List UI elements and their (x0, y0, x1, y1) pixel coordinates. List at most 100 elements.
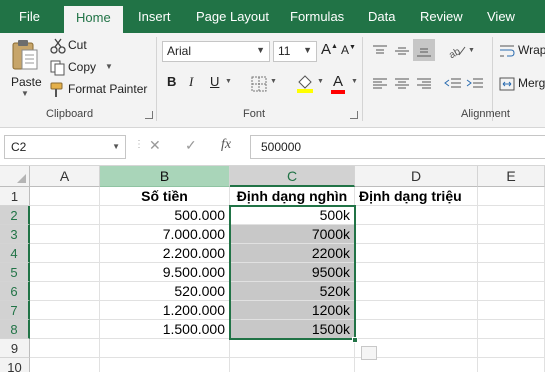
cell-c4[interactable]: 2200k (230, 244, 355, 263)
tab-view[interactable]: View (487, 9, 515, 24)
paste-button[interactable]: Paste ▼ (6, 37, 44, 105)
paste-dropdown-icon[interactable]: ▼ (21, 89, 29, 98)
cell-b10[interactable] (100, 358, 230, 372)
cell-d7[interactable] (355, 301, 478, 320)
align-bottom-button[interactable] (413, 39, 435, 61)
underline-dropdown-icon[interactable]: ▼ (225, 78, 232, 85)
cell-d4[interactable] (355, 244, 478, 263)
increase-indent-icon[interactable] (466, 77, 484, 91)
row-header-10[interactable]: 10 (0, 358, 30, 372)
cell-c5[interactable]: 9500k (230, 263, 355, 282)
cell-a4[interactable] (30, 244, 100, 263)
cell-d10[interactable] (355, 358, 478, 372)
font-color-button[interactable]: A (333, 73, 343, 90)
row-header-6[interactable]: 6 (0, 282, 30, 301)
cell-b5[interactable]: 9.500.000 (100, 263, 230, 282)
row-header-7[interactable]: 7 (0, 301, 30, 320)
cell-e5[interactable] (478, 263, 545, 282)
cell-a5[interactable] (30, 263, 100, 282)
formula-input[interactable]: 500000 (250, 135, 545, 159)
cut-button[interactable]: Cut (50, 37, 110, 55)
chevron-down-icon[interactable]: ▼ (112, 142, 120, 151)
cell-c1[interactable]: Định dạng nghìn (230, 187, 355, 206)
drag-handle-icon[interactable]: ⋮ (134, 140, 144, 150)
borders-icon[interactable] (251, 76, 267, 92)
cell-c6[interactable]: 520k (230, 282, 355, 301)
tab-review[interactable]: Review (420, 9, 463, 24)
cell-a10[interactable] (30, 358, 100, 372)
underline-button[interactable]: U (210, 74, 219, 89)
column-header-e[interactable]: E (478, 166, 545, 187)
select-all-button[interactable] (0, 166, 30, 187)
row-header-9[interactable]: 9 (0, 339, 30, 358)
row-header-1[interactable]: 1 (0, 187, 30, 206)
copy-button[interactable]: Copy ▼ (50, 59, 116, 77)
bold-button[interactable]: B (167, 74, 176, 89)
align-right-icon[interactable] (416, 77, 432, 91)
font-size-combo[interactable]: 11 ▼ (273, 41, 317, 62)
font-color-dropdown-icon[interactable]: ▼ (351, 78, 358, 85)
cell-e7[interactable] (478, 301, 545, 320)
cell-e2[interactable] (478, 206, 545, 225)
fill-color-dropdown-icon[interactable]: ▼ (317, 78, 324, 85)
cell-a7[interactable] (30, 301, 100, 320)
cell-c2[interactable]: 500k (230, 206, 355, 225)
cell-a1[interactable] (30, 187, 100, 206)
cell-c3[interactable]: 7000k (230, 225, 355, 244)
cell-c10[interactable] (230, 358, 355, 372)
format-painter-button[interactable]: Format Painter (50, 81, 150, 99)
font-launcher-icon[interactable] (350, 111, 358, 119)
borders-dropdown-icon[interactable]: ▼ (270, 78, 277, 85)
row-header-5[interactable]: 5 (0, 263, 30, 282)
cell-e8[interactable] (478, 320, 545, 339)
cell-b1[interactable]: Số tiền (100, 187, 230, 206)
cell-e10[interactable] (478, 358, 545, 372)
cell-a8[interactable] (30, 320, 100, 339)
font-name-combo[interactable]: Arial ▼ (162, 41, 270, 62)
cancel-icon[interactable]: ✕ (149, 137, 161, 154)
row-header-4[interactable]: 4 (0, 244, 30, 263)
tab-formulas[interactable]: Formulas (290, 9, 344, 24)
merge-center-button[interactable]: Merg (499, 76, 545, 94)
cell-e1[interactable] (478, 187, 545, 206)
fill-color-icon[interactable] (296, 73, 314, 93)
cell-b9[interactable] (100, 339, 230, 358)
align-top-icon[interactable] (372, 44, 388, 58)
cell-a6[interactable] (30, 282, 100, 301)
name-box[interactable]: C2 ▼ (4, 135, 126, 159)
increase-font-size-icon[interactable]: A▲ (321, 41, 338, 58)
wrap-text-button[interactable]: Wrap (499, 43, 545, 61)
cell-e3[interactable] (478, 225, 545, 244)
orientation-dropdown-icon[interactable]: ▼ (468, 47, 475, 54)
cell-b2[interactable]: 500.000 (100, 206, 230, 225)
cell-b6[interactable]: 520.000 (100, 282, 230, 301)
cell-b3[interactable]: 7.000.000 (100, 225, 230, 244)
enter-icon[interactable]: ✓ (185, 137, 197, 154)
align-middle-icon[interactable] (394, 44, 410, 58)
cell-d8[interactable] (355, 320, 478, 339)
align-left-icon[interactable] (372, 77, 388, 91)
cell-e9[interactable] (478, 339, 545, 358)
align-center-icon[interactable] (394, 77, 410, 91)
cell-e4[interactable] (478, 244, 545, 263)
decrease-font-size-icon[interactable]: A▼ (341, 43, 356, 57)
tab-page-layout[interactable]: Page Layout (196, 9, 269, 24)
column-header-d[interactable]: D (355, 166, 478, 187)
cell-d6[interactable] (355, 282, 478, 301)
cell-c7[interactable]: 1200k (230, 301, 355, 320)
cell-d3[interactable] (355, 225, 478, 244)
row-header-2[interactable]: 2 (0, 206, 30, 225)
tab-home[interactable]: Home (64, 6, 123, 33)
tab-file[interactable]: File (19, 9, 40, 24)
row-header-8[interactable]: 8 (0, 320, 30, 339)
column-header-c[interactable]: C (230, 166, 355, 187)
orientation-icon[interactable]: ab (447, 43, 467, 59)
row-header-3[interactable]: 3 (0, 225, 30, 244)
cell-a2[interactable] (30, 206, 100, 225)
cell-b7[interactable]: 1.200.000 (100, 301, 230, 320)
quick-analysis-icon[interactable] (361, 346, 377, 360)
decrease-indent-icon[interactable] (444, 77, 462, 91)
insert-function-icon[interactable]: fx (221, 137, 231, 153)
cell-b8[interactable]: 1.500.000 (100, 320, 230, 339)
cell-a9[interactable] (30, 339, 100, 358)
